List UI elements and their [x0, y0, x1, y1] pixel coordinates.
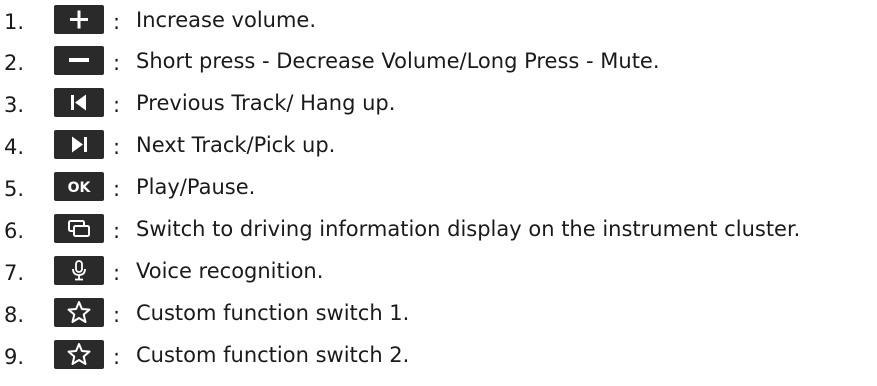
item-description: Custom function switch 1.	[136, 301, 410, 325]
star-icon	[54, 298, 104, 327]
item-number: 7.	[4, 261, 25, 285]
item-description: Short press - Decrease Volume/Long Press…	[136, 49, 660, 73]
ok-icon-label: OK	[68, 180, 92, 196]
separator: :	[113, 10, 121, 34]
separator: :	[113, 261, 121, 285]
item-number: 2.	[4, 51, 25, 75]
item-number: 9.	[4, 345, 25, 369]
item-number: 3.	[4, 93, 25, 117]
item-number: 8.	[4, 303, 25, 327]
item-number: 6.	[4, 219, 25, 243]
minus-icon	[54, 46, 104, 75]
separator: :	[113, 303, 121, 327]
separator: :	[113, 93, 121, 117]
next-track-icon	[54, 130, 104, 159]
display-switch-icon	[54, 214, 104, 243]
item-description: Previous Track/ Hang up.	[136, 91, 396, 115]
item-description: Custom function switch 2.	[136, 343, 410, 367]
item-number: 5.	[4, 177, 25, 201]
star-icon	[54, 340, 104, 369]
item-number: 4.	[4, 135, 25, 159]
separator: :	[113, 177, 121, 201]
item-description: Next Track/Pick up.	[136, 133, 336, 157]
ok-icon: OK	[54, 172, 104, 201]
item-description: Increase volume.	[136, 8, 317, 32]
separator: :	[113, 345, 121, 369]
item-description: Switch to driving information display on…	[136, 217, 801, 241]
item-number: 1.	[4, 10, 25, 34]
plus-icon	[54, 5, 104, 34]
button-function-list: 1. : Increase volume. 2. : Short press -…	[0, 0, 877, 386]
separator: :	[113, 219, 121, 243]
item-description: Voice recognition.	[136, 259, 324, 283]
separator: :	[113, 135, 121, 159]
previous-track-icon	[54, 88, 104, 117]
separator: :	[113, 51, 121, 75]
microphone-icon	[54, 256, 104, 285]
item-description: Play/Pause.	[136, 175, 256, 199]
